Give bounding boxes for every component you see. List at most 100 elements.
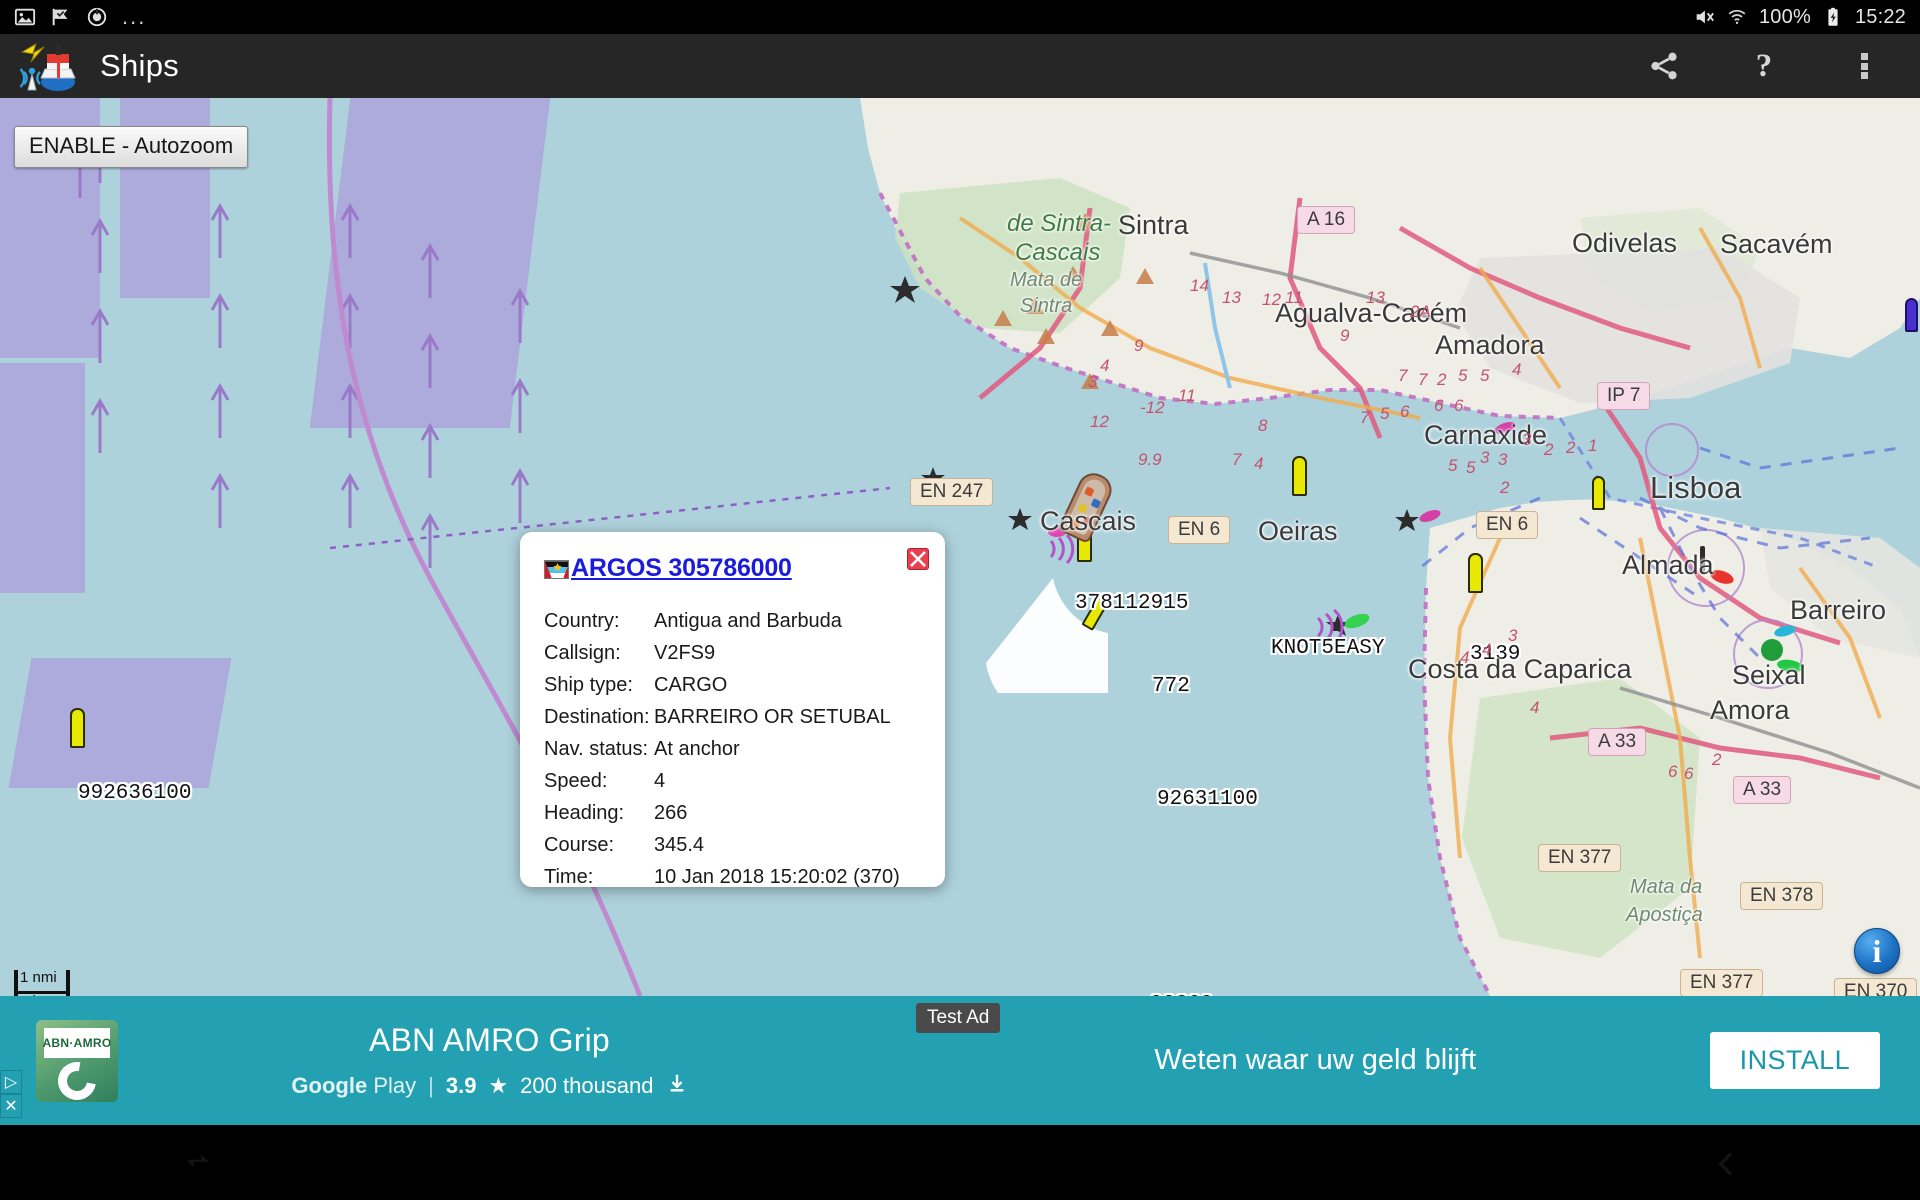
app-bar-actions: ?	[1644, 46, 1920, 86]
road-shield: EN 377	[1538, 844, 1622, 872]
road-exit-number: 13	[1366, 288, 1385, 307]
road-exit-number: 6	[1434, 396, 1444, 415]
detail-label: Ship type:	[544, 674, 633, 696]
map-place-label: Sacavém	[1720, 229, 1833, 259]
ad-corner-controls[interactable]: ▷ ✕	[0, 1070, 22, 1118]
question-mark-icon[interactable]: ?	[1744, 46, 1784, 86]
detail-value: 4	[654, 770, 666, 792]
ad-downloads: 200 thousand	[520, 1072, 654, 1098]
flag-check-icon	[50, 6, 72, 28]
road-exit-number: 3	[1088, 372, 1098, 391]
ship-label[interactable]: 378112915	[1075, 592, 1188, 615]
detail-row: Nav. status: At anchor	[544, 737, 921, 761]
ad-store-row: Google Play | 3.9 ★ 200 thousand	[58, 1072, 921, 1100]
ad-app-icon: ABN·AMRO	[36, 1019, 118, 1102]
road-shield: A 33	[1733, 776, 1792, 804]
road-shield: EN 377	[1680, 969, 1764, 996]
detail-label: Course:	[544, 834, 615, 856]
install-button[interactable]: INSTALL	[1709, 1032, 1881, 1089]
road-shield: A 33	[1588, 728, 1647, 756]
road-exit-number: 7	[1418, 370, 1428, 389]
scale-nmi: 1 nmi	[20, 969, 57, 986]
map-place-label: Amadora	[1435, 330, 1545, 360]
star-icon: ★	[488, 1072, 509, 1098]
ship-details-popup: ARGOS 305786000 Country: Antigua and Bar…	[520, 532, 945, 889]
road-exit-number: 7	[1232, 450, 1242, 469]
road-exit-number: 2A	[1410, 302, 1431, 321]
road-exit-number: 5	[1466, 458, 1476, 477]
detail-value: BARREIRO OR SETUBAL	[654, 706, 891, 728]
road-exit-number: 9	[1340, 326, 1350, 345]
road-exit-number: 13	[1222, 288, 1241, 307]
close-icon[interactable]	[907, 548, 929, 570]
ad-app-info: ABN AMRO Grip Google Play | 3.9 ★ 200 th…	[58, 1022, 921, 1100]
ship-detail-rows: Country: Antigua and Barbuda Callsign: V…	[544, 609, 921, 889]
sync-icon	[86, 6, 108, 28]
ad-close-icon[interactable]: ✕	[0, 1094, 22, 1118]
road-exit-number: 7	[1398, 366, 1408, 385]
road-exit-number: 4	[1460, 648, 1470, 667]
road-exit-number: 4	[1254, 454, 1264, 473]
road-exit-number: 6	[1668, 762, 1678, 781]
map-place-label: de Sintra-	[1007, 210, 1112, 237]
divider: |	[428, 1072, 434, 1098]
autozoom-toggle-button[interactable]: ENABLE - Autozoom	[14, 126, 249, 168]
road-exit-number: 12	[1262, 290, 1281, 309]
road-shield: EN 370	[1834, 978, 1918, 996]
detail-label: Speed:	[544, 770, 608, 792]
ship-label[interactable]: 992636100	[78, 782, 191, 805]
ships-app-logo	[14, 38, 82, 94]
download-icon	[666, 1072, 688, 1100]
map-place-label: Costa da Caparica	[1408, 654, 1632, 684]
ship-label[interactable]: KNOT5EASY	[1271, 637, 1384, 660]
ship-marker[interactable]	[1905, 298, 1918, 332]
map-info-button[interactable]: i	[1854, 928, 1900, 974]
road-exit-number: 6	[1454, 396, 1464, 415]
map-place-label: Odivelas	[1572, 228, 1678, 258]
detail-label: Heading:	[544, 802, 625, 824]
map-canvas[interactable]: ENABLE - Autozoom 992636100 378112915 KN…	[0, 98, 1920, 996]
test-ad-badge: Test Ad	[916, 1003, 1001, 1033]
detail-row: Ship type: CARGO	[544, 673, 921, 697]
road-exit-number: 14	[1190, 276, 1209, 295]
road-exit-number: 3	[1480, 448, 1490, 467]
wifi-icon	[1726, 6, 1748, 28]
back-icon[interactable]	[1710, 1147, 1744, 1186]
detail-value: CARGO	[654, 674, 728, 696]
detail-label: Country:	[544, 610, 620, 632]
road-shield: EN 378	[1740, 882, 1824, 910]
road-exit-number: 1	[1588, 436, 1598, 455]
ad-info-triangle-icon[interactable]: ▷	[0, 1070, 22, 1094]
detail-row: Destination: BARREIRO OR SETUBAL	[544, 705, 921, 729]
popup-header: ARGOS 305786000	[544, 554, 921, 583]
road-exit-number: 4	[1482, 640, 1492, 659]
overflow-menu-icon[interactable]	[1844, 46, 1884, 86]
ad-title: ABN AMRO Grip	[369, 1021, 610, 1058]
map-place-label: Almada	[1622, 550, 1714, 580]
detail-value: V2FS9	[654, 642, 716, 664]
status-bar: ... 100% 15:22	[0, 0, 1920, 34]
road-exit-number: 5	[1458, 366, 1468, 385]
ship-label[interactable]: 772	[1152, 675, 1190, 698]
road-exit-number: 4	[1100, 356, 1110, 375]
ship-label[interactable]: 92631100	[1157, 788, 1258, 811]
google-play-label: Google Play	[291, 1072, 417, 1098]
ship-marker[interactable]	[1292, 456, 1307, 496]
more-notifications-icon: ...	[122, 4, 147, 29]
ship-marker[interactable]	[1468, 553, 1483, 593]
detail-value: 266	[654, 802, 688, 824]
battery-percent: 100%	[1758, 5, 1811, 28]
share-icon[interactable]	[1644, 46, 1684, 86]
detail-value: At anchor	[654, 738, 740, 760]
road-exit-number: 2	[1544, 440, 1554, 459]
ship-title-link[interactable]: ARGOS 305786000	[571, 554, 792, 583]
recents-icon[interactable]	[180, 1147, 214, 1186]
ship-marker[interactable]	[1592, 476, 1605, 510]
road-shield: EN 6	[1476, 511, 1539, 539]
road-exit-number: 6	[1684, 764, 1694, 783]
road-exit-number: 7	[1360, 408, 1370, 427]
detail-label: Time:	[544, 866, 594, 888]
android-navigation-bar	[0, 1125, 1920, 1200]
ship-marker[interactable]	[70, 708, 85, 748]
ad-app-icon-label: ABN·AMRO	[42, 1027, 111, 1058]
